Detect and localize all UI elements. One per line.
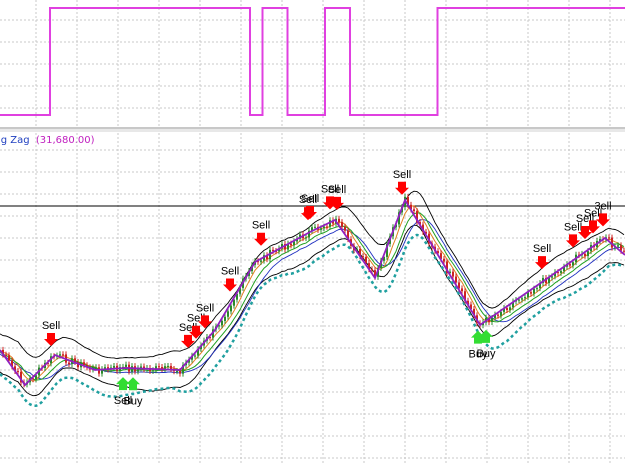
candle-body (530, 292, 532, 294)
candle-body (509, 307, 511, 311)
candle-body (497, 314, 499, 316)
candle-body (170, 365, 172, 369)
candle-body (323, 226, 325, 229)
candle-body (413, 209, 415, 212)
candle-body (584, 253, 586, 256)
candle-body (587, 251, 589, 256)
indicator-label: ig Zag (31,680.00) (0, 135, 95, 146)
candle-body (227, 311, 229, 317)
sell-label: Sell (533, 243, 551, 255)
candle-body (452, 271, 454, 277)
candle-body (572, 262, 574, 266)
candle-body (179, 371, 181, 374)
candle-body (5, 354, 7, 356)
candle-body (62, 354, 64, 356)
candle-body (320, 228, 322, 230)
candle-body (314, 226, 316, 228)
candle-body (617, 245, 619, 247)
sell-label: Sell (42, 320, 60, 332)
candle-body (461, 288, 463, 292)
trading-chart: ig Zag (31,680.00) Sell Sell Buy Sell Sell Se… (0, 0, 625, 465)
buy-label: Buy (477, 348, 496, 360)
candle-body (95, 367, 97, 369)
candle-body (506, 308, 508, 311)
candle-body (290, 243, 292, 246)
candle-body (521, 298, 523, 300)
candle-body (569, 264, 571, 266)
sell-label: Sell (301, 193, 319, 205)
buy-label: Buy (124, 395, 143, 407)
candle-body (560, 271, 562, 273)
candle-body (224, 316, 226, 321)
candle-body (260, 260, 262, 262)
candle-body (113, 365, 115, 368)
candle-body (518, 299, 520, 301)
candle-body (305, 237, 307, 239)
candle-body (230, 305, 232, 312)
candle-body (194, 355, 196, 357)
candle-body (365, 257, 367, 264)
candle-body (362, 256, 364, 258)
candle-body (221, 320, 223, 326)
sell-label: Sell (328, 184, 346, 196)
candle-body (344, 226, 346, 231)
candle-body (125, 364, 127, 367)
sell-label: Sell (252, 220, 270, 232)
candle-body (371, 269, 373, 271)
sell-label: Sell (196, 302, 214, 314)
candle-body (158, 366, 160, 368)
candle-body (500, 311, 502, 316)
candle-body (59, 354, 61, 356)
candle-body (536, 288, 538, 290)
candle-body (152, 370, 154, 372)
candle-body (338, 218, 340, 223)
candle-body (533, 288, 535, 294)
candle-body (17, 371, 19, 373)
panel-gap (0, 129, 625, 132)
candle-body (443, 258, 445, 262)
sell-label: Sell (393, 169, 411, 181)
candle-body (326, 226, 328, 228)
sell-label: Sell (221, 266, 239, 278)
candle-body (341, 222, 343, 227)
candle-body (491, 317, 493, 322)
candle-body (8, 355, 10, 361)
indicator-name: ig Zag (0, 135, 30, 146)
candle-body (167, 365, 169, 367)
sell-label: 3ell (594, 200, 611, 212)
candle-body (176, 371, 178, 373)
candle-body (455, 276, 457, 283)
candle-body (608, 237, 610, 239)
candle-body (524, 297, 526, 299)
candle-body (68, 362, 70, 365)
indicator-value: (31,680.00) (36, 135, 95, 146)
